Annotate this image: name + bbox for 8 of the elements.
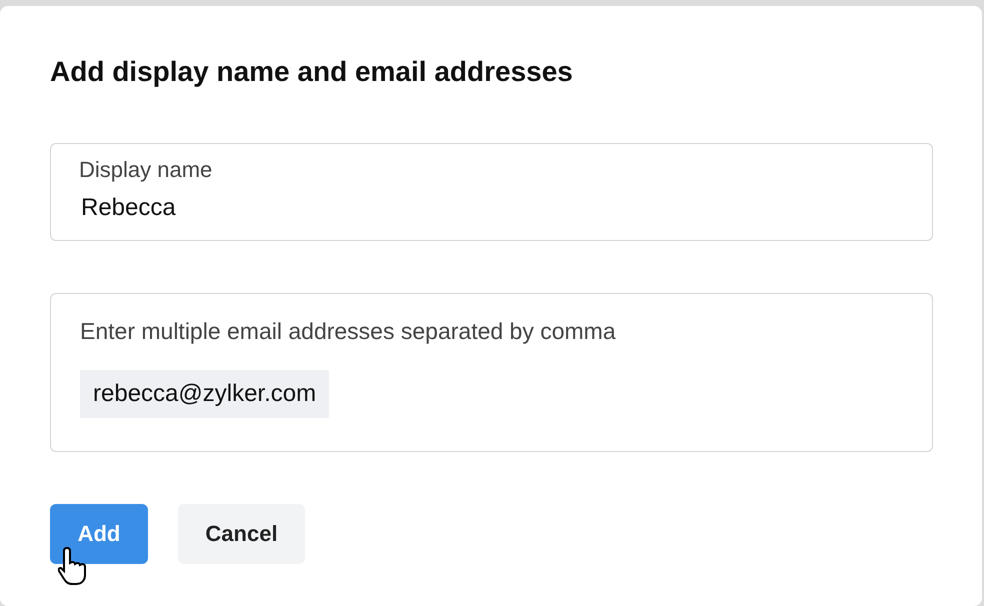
placeholder-text: Enter multiple email addresses separated by comma (80, 317, 616, 346)
dialog-title: Add display name and email addresses (50, 55, 573, 89)
field-label: Display name (79, 156, 212, 184)
display-name-field[interactable]: Display name Rebecca (50, 143, 933, 241)
email-chip[interactable]: rebecca@zylker.com (80, 370, 330, 418)
field-value: Rebecca (80, 194, 176, 222)
cancel-button[interactable]: Cancel (178, 504, 305, 564)
email-field[interactable]: Enter multiple email addresses separated by comma rebecca@zylker.com (50, 293, 933, 452)
